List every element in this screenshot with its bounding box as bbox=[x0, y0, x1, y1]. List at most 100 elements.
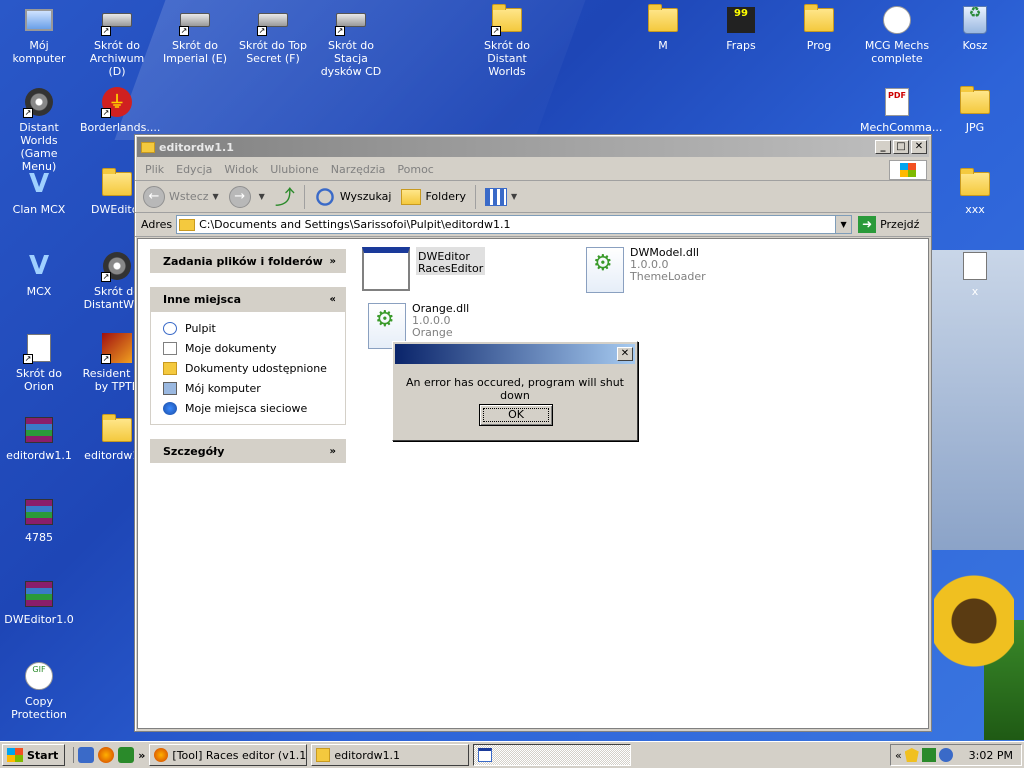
minimize-button[interactable]: _ bbox=[875, 140, 891, 154]
app-launcher-icon[interactable] bbox=[118, 747, 135, 763]
folder-icon bbox=[959, 168, 991, 200]
expand-icon: » bbox=[329, 255, 336, 267]
details-header[interactable]: Szczegóły » bbox=[150, 439, 346, 463]
desktop-icon-mcx[interactable]: V MCX bbox=[0, 250, 78, 298]
desktop-icon-x[interactable]: x bbox=[936, 250, 1014, 298]
desktop-icon-4785[interactable]: 4785 bbox=[0, 496, 78, 544]
desktop-icon bbox=[163, 321, 177, 335]
toolbar-separator bbox=[303, 184, 305, 209]
taskbar-item-firefox[interactable]: [Tool] Races editor (v1.1... bbox=[149, 744, 308, 766]
firefox-icon[interactable] bbox=[98, 747, 115, 763]
place-link-shared-documents[interactable]: Dokumenty udostępnione bbox=[163, 358, 335, 378]
close-button[interactable]: ✕ bbox=[911, 140, 927, 154]
desktop-icon-cd-drive[interactable]: ↗ Skrót do Stacja dysków CD bbox=[312, 4, 390, 78]
desktop-icon-distant-worlds-shortcut[interactable]: ↗ Skrót do Distant Worlds bbox=[468, 4, 546, 78]
network-icon bbox=[163, 401, 177, 415]
place-link-network[interactable]: Moje miejsca sieciowe bbox=[163, 398, 335, 418]
taskbar-item-explorer[interactable]: editordw1.1 bbox=[311, 744, 470, 766]
desktop-icon-fraps[interactable]: 99 Fraps bbox=[702, 4, 780, 52]
show-desktop-icon[interactable] bbox=[78, 747, 95, 763]
desktop-icon-jpg[interactable]: JPG bbox=[936, 86, 1014, 134]
clock[interactable]: 3:02 PM bbox=[969, 749, 1013, 762]
folders-button[interactable]: Foldery bbox=[397, 184, 470, 210]
task-pane: Zadania plików i folderów » Inne miejsca… bbox=[150, 249, 346, 463]
desktop-icon-my-computer[interactable]: Mój komputer bbox=[0, 4, 78, 65]
desktop-icon-mcg-mechs[interactable]: MCG Mechs complete bbox=[858, 4, 936, 65]
address-value: C:\Documents and Settings\Sarissofoi\Pul… bbox=[199, 218, 511, 231]
other-places-header[interactable]: Inne miejsca « bbox=[150, 287, 346, 311]
folder-content[interactable]: Zadania plików i folderów » Inne miejsca… bbox=[137, 238, 929, 729]
go-button[interactable]: Przejdź bbox=[880, 218, 919, 231]
other-places-list: Pulpit Moje dokumenty Dokumenty udostępn… bbox=[150, 311, 346, 425]
desktop-icon-distant-worlds-game[interactable]: ↗ Distant Worlds (Game Menu) bbox=[0, 86, 78, 173]
file-item-dwmodel[interactable]: DWModel.dll 1.0.0.0 ThemeLoader bbox=[586, 247, 706, 293]
window-title: editordw1.1 bbox=[159, 140, 234, 154]
start-button[interactable]: Start bbox=[2, 744, 66, 766]
cd-drive-icon: ↗ bbox=[335, 4, 367, 36]
collapse-icon: « bbox=[329, 293, 336, 305]
desktop-icon-editordw-archive[interactable]: editordw1.1 bbox=[0, 414, 78, 462]
desktop-icon-recycle-bin[interactable]: ♻ Kosz bbox=[936, 4, 1014, 52]
tray-expand-icon[interactable]: « bbox=[895, 749, 902, 762]
taskbar-item-dialog[interactable] bbox=[473, 744, 632, 766]
maximize-button[interactable]: □ bbox=[893, 140, 909, 154]
desktop-icon-imperial[interactable]: ↗ Skrót do Imperial (E) bbox=[156, 4, 234, 65]
firefox-icon bbox=[154, 748, 169, 762]
desktop-icon-borderlands[interactable]: ⏚ ↗ Borderlands.... bbox=[78, 86, 160, 134]
file-folder-tasks-header[interactable]: Zadania plików i folderów » bbox=[150, 249, 346, 273]
app-tray-icon[interactable] bbox=[921, 748, 936, 762]
computer-icon bbox=[23, 4, 55, 36]
shield-icon[interactable] bbox=[904, 748, 919, 762]
error-dialog[interactable]: ✕ An error has occured, program will shu… bbox=[392, 341, 638, 441]
ok-button[interactable]: OK bbox=[479, 404, 553, 426]
desktop-icon-dweditor10[interactable]: DWEditor1.0 bbox=[0, 578, 78, 626]
go-arrow-icon[interactable]: ➜ bbox=[858, 216, 877, 233]
forward-arrow-icon: → bbox=[228, 185, 251, 208]
taskbar: Start » [Tool] Races editor (v1.1... edi… bbox=[0, 741, 1024, 768]
address-label: Adres bbox=[141, 218, 173, 231]
desktop-icon-orion[interactable]: ↗ Skrót do Orion bbox=[0, 332, 78, 393]
desktop-icon-top-secret[interactable]: ↗ Skrót do Top Secret (F) bbox=[234, 4, 312, 65]
menu-view[interactable]: Widok bbox=[218, 163, 264, 176]
menu-edit[interactable]: Edycja bbox=[170, 163, 218, 176]
desktop-icon-mechcomma[interactable]: PDF MechComma... bbox=[858, 86, 942, 134]
folder-icon bbox=[647, 4, 679, 36]
dialog-close-button[interactable]: ✕ bbox=[617, 347, 633, 361]
system-tray: « 3:02 PM bbox=[890, 744, 1022, 766]
search-button[interactable]: Wyszukaj bbox=[310, 184, 396, 210]
back-button[interactable]: ← Wstecz ▼ bbox=[139, 184, 223, 210]
desktop-icon-m[interactable]: M bbox=[624, 4, 702, 52]
power-icon[interactable] bbox=[938, 748, 953, 762]
search-icon bbox=[316, 187, 334, 206]
address-dropdown-button[interactable]: ▼ bbox=[835, 216, 852, 233]
address-input[interactable]: C:\Documents and Settings\Sarissofoi\Pul… bbox=[176, 215, 853, 234]
folder-icon: ↗ bbox=[491, 4, 523, 36]
back-arrow-icon: ← bbox=[143, 185, 165, 208]
desktop-icon-archiwum[interactable]: ↗ Skrót do Archiwum (D) bbox=[78, 4, 156, 78]
place-link-my-computer[interactable]: Mój komputer bbox=[163, 378, 335, 398]
folder-icon bbox=[316, 748, 331, 762]
menu-help[interactable]: Pomoc bbox=[391, 163, 439, 176]
folder-icon bbox=[959, 86, 991, 118]
folder-icon bbox=[101, 414, 133, 446]
quick-launch-more-icon[interactable]: » bbox=[138, 749, 145, 762]
desktop-icon-xxx[interactable]: xxx bbox=[936, 168, 1014, 216]
file-item-dweditor[interactable]: DWEditor RacesEditor bbox=[362, 247, 486, 291]
place-link-my-documents[interactable]: Moje dokumenty bbox=[163, 338, 335, 358]
menu-tools[interactable]: Narzędzia bbox=[325, 163, 392, 176]
views-button[interactable]: ▼ bbox=[481, 184, 521, 210]
desktop-icon-prog[interactable]: Prog bbox=[780, 4, 858, 52]
window-titlebar[interactable]: editordw1.1 _ □ ✕ bbox=[137, 137, 929, 157]
menu-file[interactable]: Plik bbox=[139, 163, 170, 176]
up-folder-button[interactable]: ⤴ bbox=[271, 184, 299, 210]
desktop-icon-clan-mcx[interactable]: V Clan MCX bbox=[0, 168, 78, 216]
dialog-titlebar[interactable]: ✕ bbox=[395, 344, 635, 364]
application-icon bbox=[362, 247, 410, 291]
forward-button[interactable]: → ▼ bbox=[225, 184, 269, 210]
chevron-down-icon: ▼ bbox=[212, 192, 219, 201]
dll-file-icon bbox=[586, 247, 624, 293]
desktop-icon-copy-protection[interactable]: GIF Copy Protection bbox=[0, 660, 78, 721]
menu-favorites[interactable]: Ulubione bbox=[264, 163, 325, 176]
place-link-desktop[interactable]: Pulpit bbox=[163, 318, 335, 338]
wallpaper-leaves bbox=[984, 620, 1024, 740]
